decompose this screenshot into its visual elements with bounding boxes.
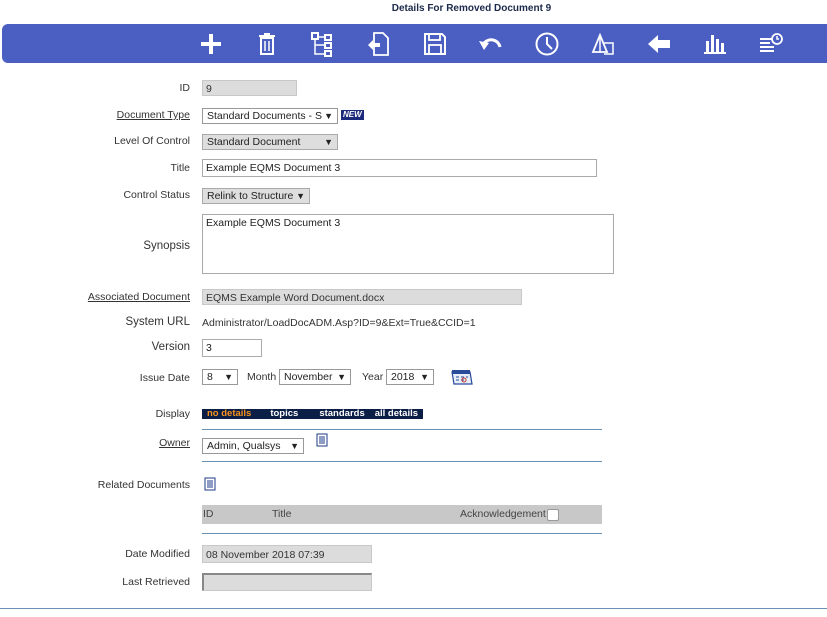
issue-date-label: Issue Date (139, 372, 190, 384)
list-history-icon (760, 33, 783, 52)
owner-value: Admin, Qualsys (207, 440, 281, 452)
synopsis-textarea[interactable]: Example EQMS Document 3 (202, 214, 614, 274)
column-acknowledgement: Acknowledgement (460, 508, 546, 520)
trash-icon (259, 33, 275, 55)
arrow-left-icon (648, 35, 670, 53)
acknowledgement-checkbox[interactable] (547, 509, 559, 521)
bar-chart-icon (704, 35, 726, 54)
chevron-down-icon: ▼ (324, 111, 333, 121)
display-label: Display (155, 408, 190, 420)
display-topics[interactable]: topics (256, 409, 314, 419)
document-list-icon[interactable] (316, 433, 328, 447)
month-label: Month (247, 371, 277, 383)
display-standards[interactable]: standards (314, 409, 369, 419)
display-no-details[interactable]: no details (202, 409, 256, 419)
last-retrieved-label: Last Retrieved (122, 576, 190, 588)
synopsis-label: Synopsis (143, 240, 190, 252)
control-status-value: Relink to Structure (207, 190, 294, 202)
chevron-down-icon: ▼ (337, 372, 346, 382)
divider (202, 533, 602, 534)
control-status-label: Control Status (123, 189, 190, 201)
associated-document-label[interactable]: Associated Document (88, 291, 190, 303)
document-type-select[interactable]: Standard Documents - S ▼ (202, 108, 338, 124)
system-url-value: Administrator/LoadDocADM.Asp?ID=9&Ext=Tr… (202, 317, 476, 329)
divider (202, 461, 602, 462)
column-id: ID (203, 508, 214, 520)
page-title: Details For Removed Document 9 (0, 3, 827, 14)
compare-icon (591, 32, 614, 55)
delete-button[interactable] (251, 28, 283, 60)
related-documents-table-header: ID Title Acknowledgement (202, 505, 602, 524)
version-label: Version (151, 341, 190, 353)
year-label: Year (362, 371, 384, 383)
plus-icon (201, 34, 221, 54)
level-of-control-label: Level Of Control (114, 135, 190, 147)
system-url-label: System URL (125, 316, 190, 328)
back-button[interactable] (643, 28, 675, 60)
toolbar (2, 24, 827, 63)
associated-document-field: EQMS Example Word Document.docx (202, 289, 522, 305)
issue-month-value: November (284, 371, 333, 383)
audit-button[interactable] (755, 28, 787, 60)
level-of-control-select[interactable]: Standard Document ▼ (202, 134, 338, 150)
undo-icon (479, 38, 502, 50)
version-input[interactable]: 3 (202, 339, 262, 357)
display-all-details[interactable]: all details (370, 409, 423, 419)
document-type-value: Standard Documents - S (207, 110, 322, 122)
new-badge: NEW (341, 110, 364, 120)
date-modified-label: Date Modified (125, 548, 190, 560)
issue-month-select[interactable]: November ▼ (279, 369, 351, 385)
column-title: Title (272, 508, 292, 520)
save-icon (424, 33, 446, 55)
owner-label[interactable]: Owner (159, 437, 190, 449)
display-options: no details topics standards all details (202, 409, 424, 419)
title-input[interactable]: Example EQMS Document 3 (202, 159, 597, 177)
id-field: 9 (202, 80, 297, 96)
hierarchy-icon (311, 32, 332, 57)
title-label: Title (170, 162, 190, 174)
footer-divider (0, 608, 827, 609)
issue-year-select[interactable]: 2018 ▼ (386, 369, 434, 385)
report-button[interactable] (699, 28, 731, 60)
owner-select[interactable]: Admin, Qualsys ▼ (202, 438, 304, 454)
add-button[interactable] (195, 28, 227, 60)
last-retrieved-field (202, 573, 372, 591)
chevron-down-icon: ▼ (420, 372, 429, 382)
clock-icon (535, 32, 559, 56)
document-link-icon (368, 32, 389, 56)
structure-button[interactable] (307, 28, 339, 60)
divider (202, 429, 602, 430)
save-button[interactable] (419, 28, 451, 60)
chevron-down-icon: ▼ (290, 441, 299, 451)
related-documents-label: Related Documents (97, 479, 190, 491)
history-button[interactable] (531, 28, 563, 60)
control-status-select[interactable]: Relink to Structure ▼ (202, 188, 310, 204)
document-type-label[interactable]: Document Type (117, 109, 190, 121)
document-list-icon[interactable] (204, 477, 216, 491)
relink-button[interactable] (363, 28, 395, 60)
calendar-icon[interactable] (450, 368, 474, 386)
compare-button[interactable] (587, 28, 619, 60)
issue-day-value: 8 (207, 371, 213, 383)
level-of-control-value: Standard Document (207, 136, 301, 148)
page-title-text: Details For Removed Document 9 (391, 3, 552, 14)
chevron-down-icon: ▼ (324, 137, 333, 147)
id-label: ID (179, 82, 191, 94)
chevron-down-icon: ▼ (296, 191, 305, 201)
chevron-down-icon: ▼ (224, 372, 233, 382)
issue-day-select[interactable]: 8 ▼ (202, 369, 238, 385)
issue-year-value: 2018 (391, 371, 415, 383)
undo-button[interactable] (475, 28, 507, 60)
date-modified-field: 08 November 2018 07:39 (202, 545, 372, 563)
